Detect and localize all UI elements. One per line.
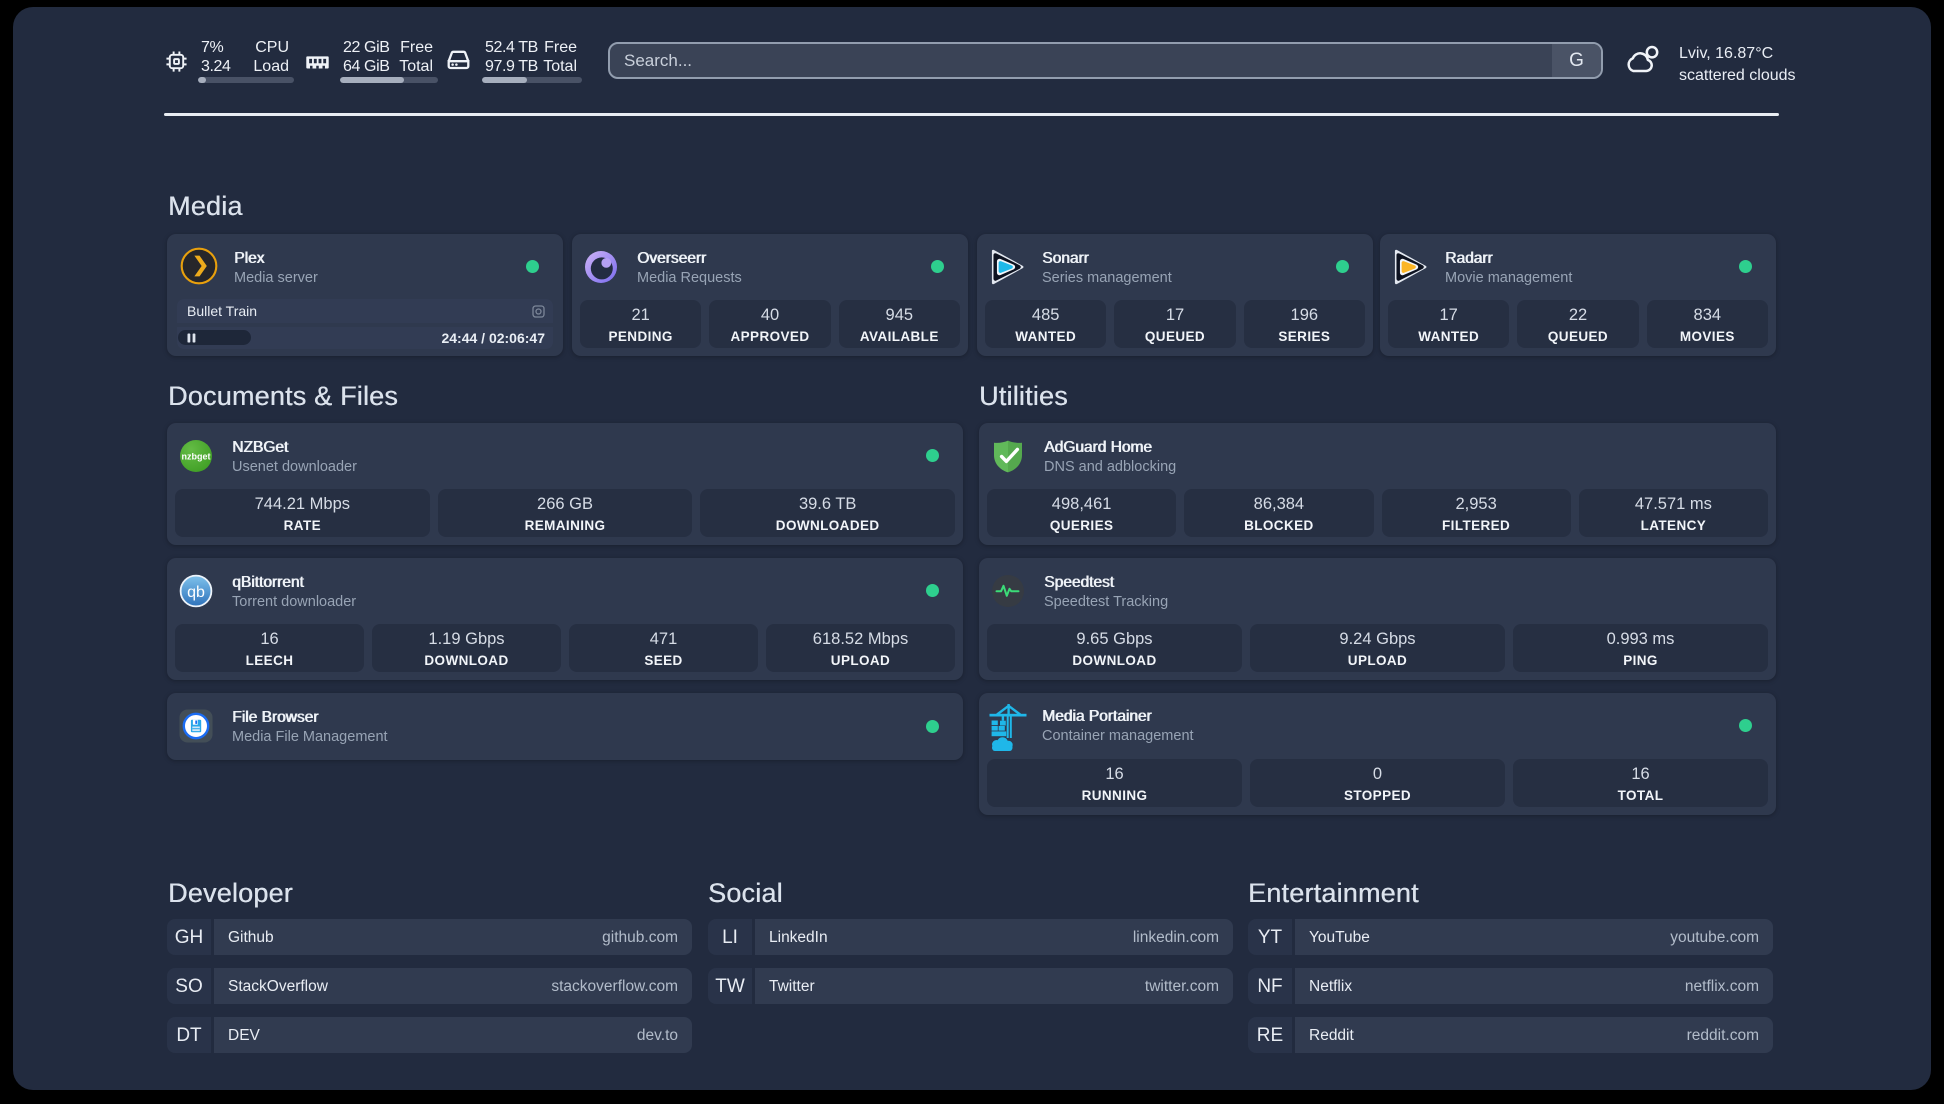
svg-text:qb: qb bbox=[187, 584, 205, 601]
svg-text:nzbget: nzbget bbox=[182, 452, 211, 462]
